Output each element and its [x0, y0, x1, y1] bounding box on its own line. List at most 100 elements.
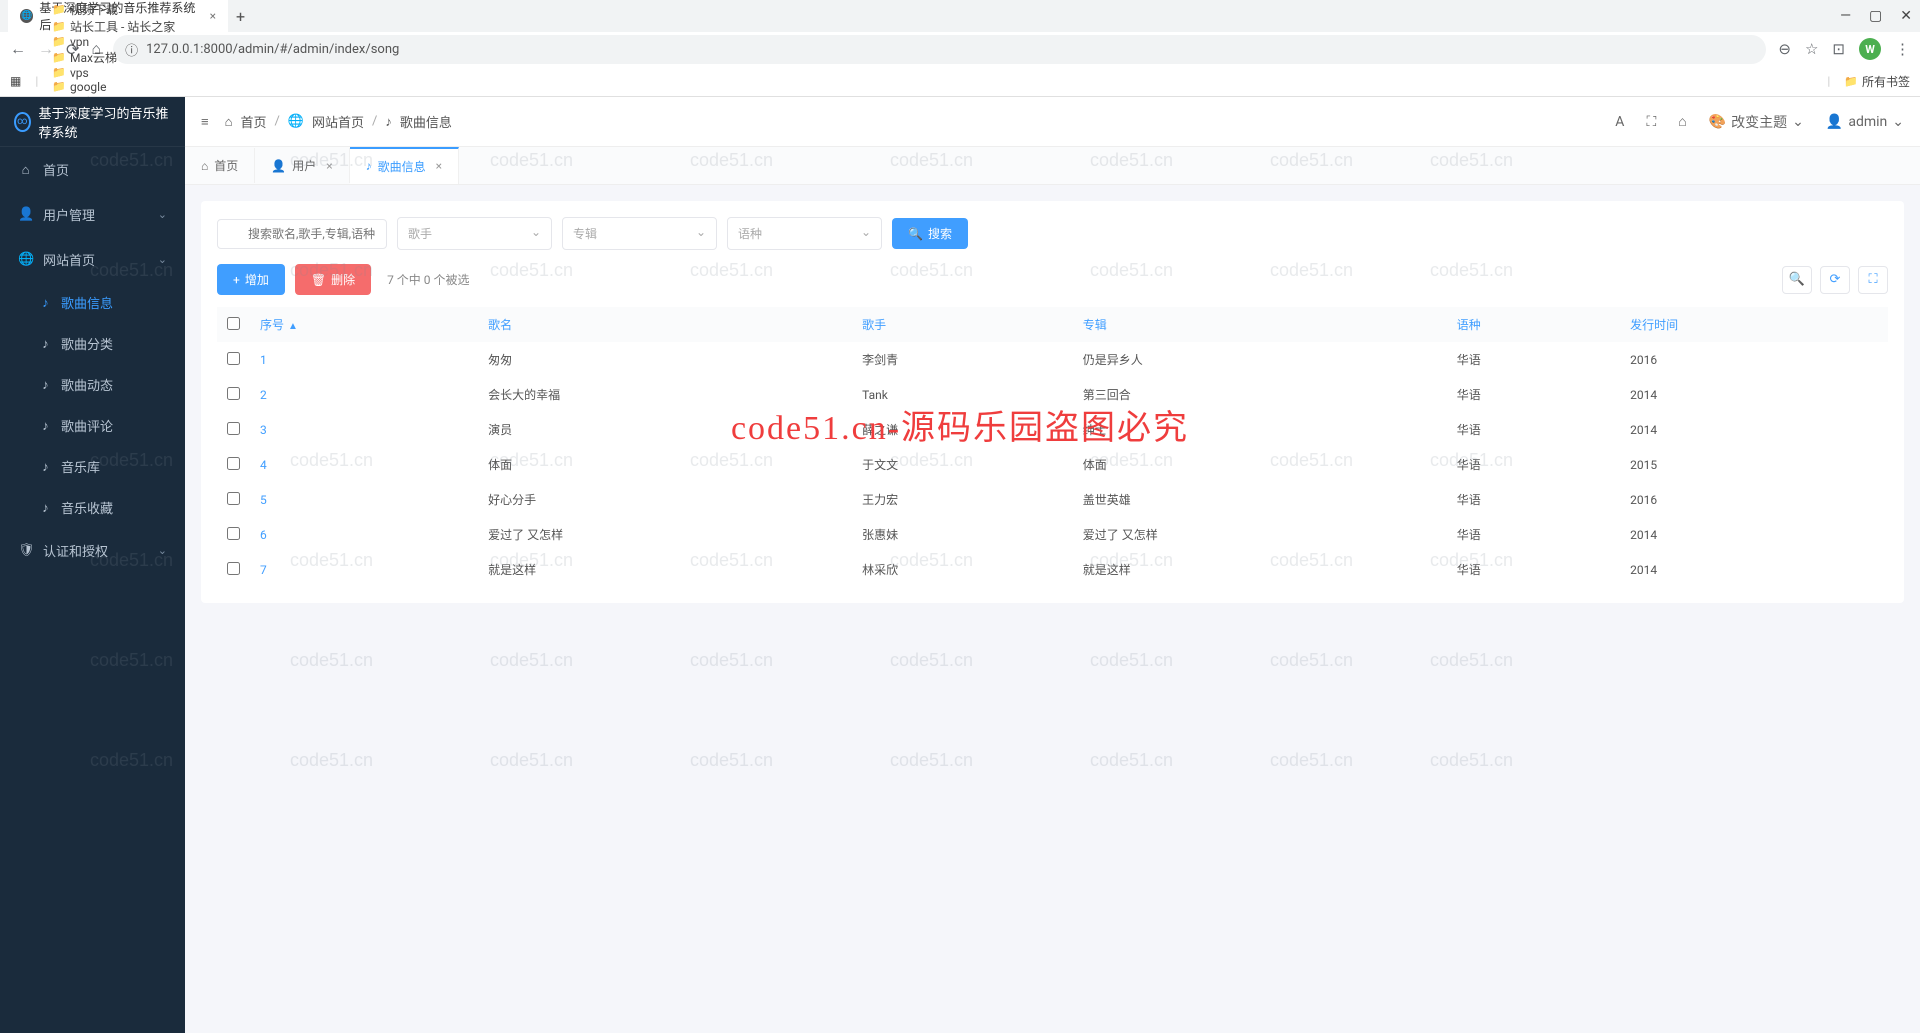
- page-tab-song[interactable]: ♪歌曲信息×: [350, 147, 459, 184]
- sidebar-item-auth[interactable]: 🛡认证和授权: [0, 528, 185, 573]
- sidebar-sub-song-info[interactable]: ♪歌曲信息: [0, 282, 185, 323]
- font-icon[interactable]: A: [1615, 114, 1624, 130]
- select-album[interactable]: 专辑: [562, 217, 717, 250]
- user-menu[interactable]: 👤admin ⌄: [1826, 114, 1904, 130]
- close-icon[interactable]: ×: [326, 159, 332, 173]
- cell-index[interactable]: 7: [250, 552, 478, 587]
- cell-album: 就是这样: [1073, 552, 1447, 587]
- col-album[interactable]: 专辑: [1073, 307, 1447, 342]
- page-tab-home[interactable]: ⌂首页: [185, 148, 255, 183]
- close-icon[interactable]: ×: [436, 159, 442, 173]
- cell-singer: 于文文: [852, 447, 1073, 482]
- cell-album: 盖世英雄: [1073, 482, 1447, 517]
- col-language[interactable]: 语种: [1447, 307, 1620, 342]
- search-button[interactable]: 🔍搜索: [892, 218, 968, 249]
- bookmark-all[interactable]: 所有书签: [1844, 73, 1910, 90]
- row-checkbox[interactable]: [227, 457, 240, 470]
- cell-year: 2014: [1620, 412, 1888, 447]
- apps-icon[interactable]: [10, 74, 21, 88]
- bookmark-item[interactable]: google: [52, 80, 175, 94]
- search-input[interactable]: [217, 219, 387, 249]
- music-icon: ♪: [38, 459, 53, 475]
- bookmark-item[interactable]: 站长工具 - 站长之家: [52, 18, 175, 35]
- select-language[interactable]: 语种: [727, 217, 882, 250]
- bookmark-item[interactable]: vps: [52, 66, 175, 80]
- minimize-icon[interactable]: —: [1840, 8, 1851, 24]
- select-all-checkbox[interactable]: [227, 317, 240, 330]
- theme-button[interactable]: 🎨改变主题 ⌄: [1709, 112, 1804, 132]
- menu-icon[interactable]: ⋮: [1895, 40, 1910, 58]
- row-checkbox[interactable]: [227, 492, 240, 505]
- bookmark-item[interactable]: Max云梯: [52, 49, 175, 66]
- plus-icon: +: [233, 273, 240, 287]
- row-checkbox[interactable]: [227, 422, 240, 435]
- cell-album: 绅士: [1073, 412, 1447, 447]
- sidebar-sub-song-category[interactable]: ♪歌曲分类: [0, 323, 185, 364]
- cell-index[interactable]: 4: [250, 447, 478, 482]
- cell-language: 华语: [1447, 412, 1620, 447]
- table-row: 4 体面 于文文 体面 华语 2015: [217, 447, 1888, 482]
- sidebar: ∞ 基于深度学习的音乐推荐系统 ⌂首页 👤用户管理 🌐网站首页 ♪歌曲信息 ♪歌…: [0, 97, 185, 1033]
- logo-icon: ∞: [14, 112, 31, 132]
- address-bar[interactable]: ⓘ 127.0.0.1:8000/admin/#/admin/index/son…: [113, 35, 1766, 64]
- expand-icon-button[interactable]: ⛶: [1858, 266, 1888, 294]
- content-panel: 歌手 专辑 语种 🔍搜索 +增加 🗑删除 7 个中 0 个被选 🔍 ⟳ ⛶: [201, 201, 1904, 603]
- trash-icon: 🗑: [311, 273, 326, 287]
- cell-index[interactable]: 2: [250, 377, 478, 412]
- profile-avatar[interactable]: W: [1859, 38, 1881, 60]
- extension-icon[interactable]: ⊡: [1832, 40, 1845, 58]
- sidebar-sub-song-dynamic[interactable]: ♪歌曲动态: [0, 364, 185, 405]
- app-logo[interactable]: ∞ 基于深度学习的音乐推荐系统: [0, 97, 185, 147]
- row-checkbox[interactable]: [227, 527, 240, 540]
- cell-name: 体面: [478, 447, 852, 482]
- cell-index[interactable]: 6: [250, 517, 478, 552]
- home-icon[interactable]: ⌂: [1678, 113, 1686, 130]
- bookmark-item[interactable]: vpn: [52, 35, 175, 49]
- col-year[interactable]: 发行时间: [1620, 307, 1888, 342]
- sidebar-sub-music-fav[interactable]: ♪音乐收藏: [0, 487, 185, 528]
- col-name[interactable]: 歌名: [478, 307, 852, 342]
- star-icon[interactable]: ☆: [1805, 40, 1818, 58]
- globe-icon: 🌐: [288, 114, 304, 129]
- cell-name: 就是这样: [478, 552, 852, 587]
- search-icon-button[interactable]: 🔍: [1782, 266, 1812, 294]
- sidebar-item-home[interactable]: ⌂首页: [0, 147, 185, 192]
- user-icon: 👤: [271, 159, 286, 173]
- maximize-icon[interactable]: ▢: [1869, 8, 1882, 24]
- selection-info: 7 个中 0 个被选: [387, 271, 469, 288]
- cell-name: 匆匆: [478, 342, 852, 377]
- close-icon[interactable]: ×: [210, 9, 216, 23]
- home-icon: ⌂: [18, 162, 33, 178]
- cell-index[interactable]: 3: [250, 412, 478, 447]
- cell-album: 仍是异乡人: [1073, 342, 1447, 377]
- sidebar-sub-music-lib[interactable]: ♪音乐库: [0, 446, 185, 487]
- cell-language: 华语: [1447, 342, 1620, 377]
- cell-index[interactable]: 5: [250, 482, 478, 517]
- cell-year: 2016: [1620, 342, 1888, 377]
- key-icon[interactable]: ⊖: [1778, 40, 1791, 58]
- sidebar-item-user-mgmt[interactable]: 👤用户管理: [0, 192, 185, 237]
- new-tab-button[interactable]: +: [236, 7, 245, 26]
- delete-button[interactable]: 🗑删除: [295, 264, 371, 295]
- sidebar-item-site[interactable]: 🌐网站首页: [0, 237, 185, 282]
- hamburger-icon[interactable]: ≡: [201, 114, 209, 130]
- row-checkbox[interactable]: [227, 562, 240, 575]
- col-singer[interactable]: 歌手: [852, 307, 1073, 342]
- close-window-icon[interactable]: ✕: [1900, 8, 1912, 24]
- forward-icon[interactable]: →: [38, 39, 54, 59]
- refresh-icon-button[interactable]: ⟳: [1820, 266, 1850, 294]
- col-index[interactable]: 序号▲: [250, 307, 478, 342]
- back-icon[interactable]: ←: [10, 39, 26, 59]
- cell-index[interactable]: 1: [250, 342, 478, 377]
- row-checkbox[interactable]: [227, 352, 240, 365]
- sidebar-sub-song-comment[interactable]: ♪歌曲评论: [0, 405, 185, 446]
- row-checkbox[interactable]: [227, 387, 240, 400]
- app-title: 基于深度学习的音乐推荐系统: [39, 103, 171, 141]
- page-tab-user[interactable]: 👤用户×: [255, 148, 349, 183]
- add-button[interactable]: +增加: [217, 264, 285, 295]
- select-singer[interactable]: 歌手: [397, 217, 552, 250]
- fullscreen-icon[interactable]: ⛶: [1646, 114, 1656, 130]
- globe-icon: 🌐: [20, 9, 33, 23]
- bookmark-item[interactable]: 视频下载: [52, 1, 175, 18]
- cell-language: 华语: [1447, 552, 1620, 587]
